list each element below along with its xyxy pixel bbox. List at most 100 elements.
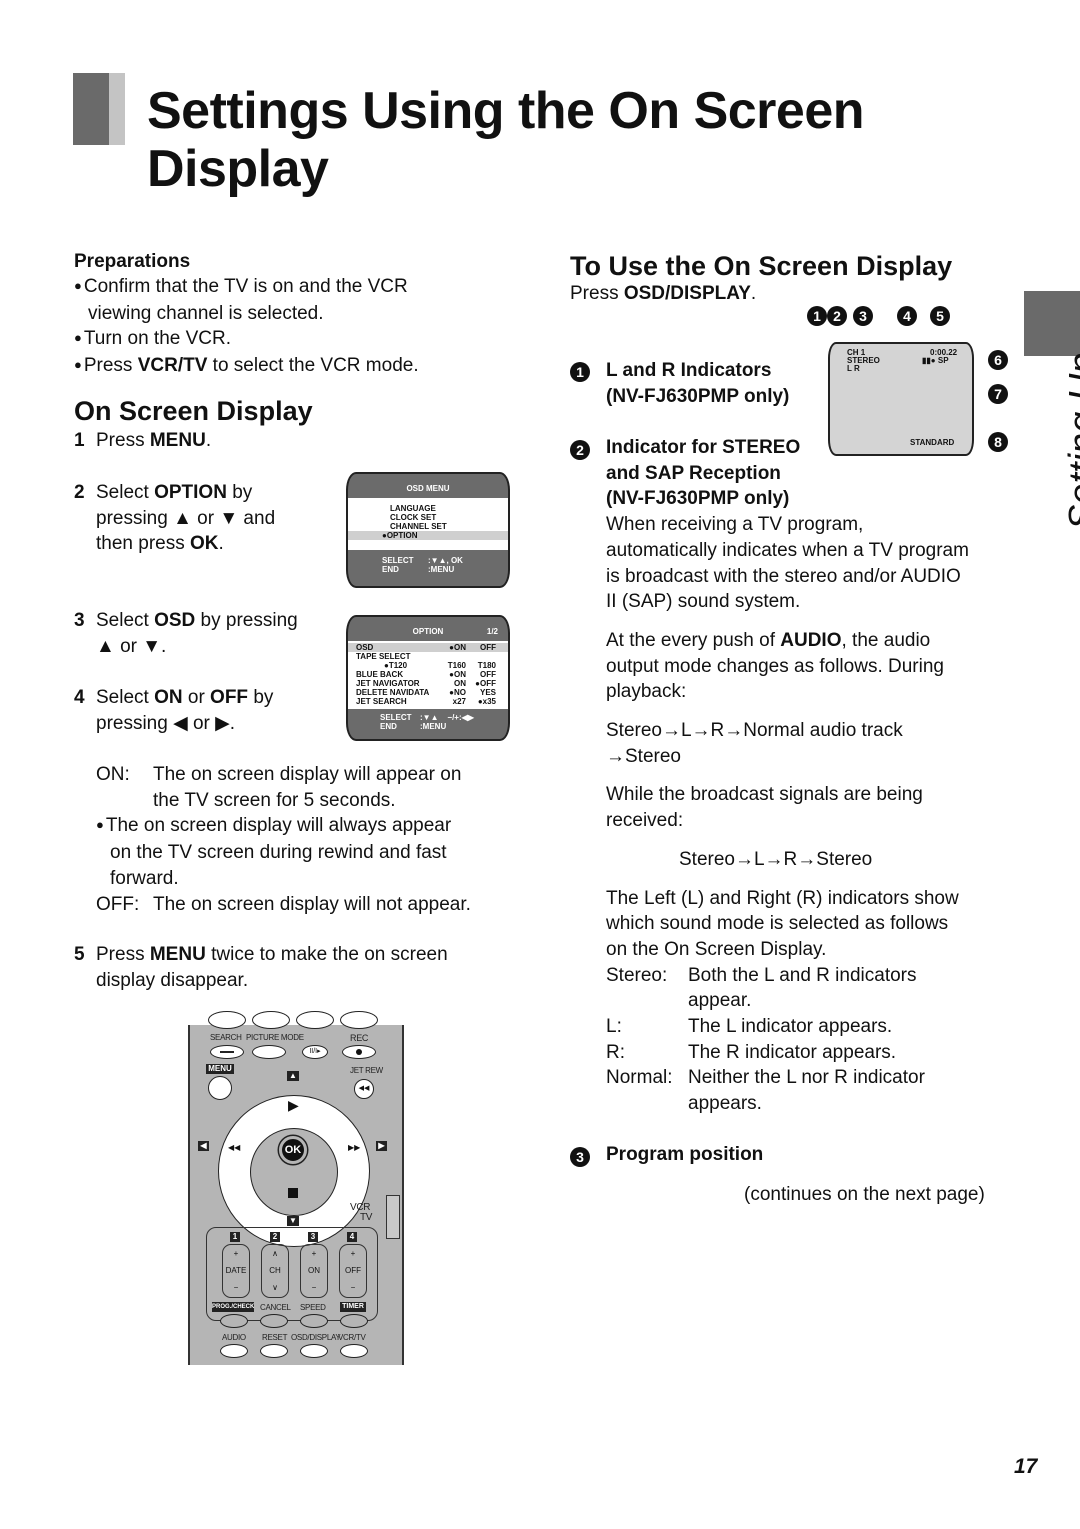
number-key-label: 4: [347, 1232, 357, 1242]
item-title: and SAP Reception: [606, 462, 781, 484]
item-body: which sound mode is selected as follows: [606, 913, 949, 935]
option-value: ●OFF: [475, 679, 496, 688]
press-osd-display: Press OSD/DISPLAY.: [570, 281, 756, 307]
mode-row: L: The L indicator appears.: [606, 1014, 1016, 1040]
option-value: ●ON: [449, 670, 466, 679]
vcr-tv-button: [340, 1344, 368, 1358]
option-header: OPTION 1/2: [348, 617, 508, 641]
prep-item-2: Turn on the VCR.: [74, 326, 524, 353]
step-key: OK: [190, 533, 219, 555]
remote-label-jet-rew: JET REW: [350, 1066, 383, 1075]
step-text: pressing ▲ or ▼ and: [96, 507, 276, 529]
step-text: then press: [96, 533, 190, 555]
page-title: Settings Using the On Screen Display: [147, 82, 865, 198]
item-1-number-icon: 1: [570, 362, 590, 382]
option-name: DELETE NAVIDATA: [356, 688, 430, 697]
bullet-icon: [74, 355, 84, 376]
option-value: ●ON: [449, 643, 466, 652]
item-subtitle: (NV-FJ630PMP only): [606, 385, 790, 407]
left-arrow-icon: ◀: [198, 1141, 209, 1151]
remote-label-audio: AUDIO: [222, 1333, 246, 1342]
rocker-label: DATE: [225, 1266, 247, 1275]
bullet-icon: [96, 815, 106, 836]
item-subtitle: (NV-FJ630PMP only): [606, 488, 790, 510]
continues-note: (continues on the next page): [744, 1184, 985, 1205]
option-name: JET SEARCH: [356, 697, 407, 706]
remote-control-illustration: SEARCH PICTURE MODE REC II/I▸ MENU JET R…: [188, 1011, 404, 1365]
prep-text: viewing channel is selected.: [88, 302, 324, 324]
option-footer: SELECT:▼▲ −/+:◀▶ END:MENU: [348, 709, 508, 731]
rec-button: [342, 1045, 376, 1059]
vcr-tv-switch: [386, 1195, 400, 1239]
screen-tape-status: ▮▮● SP: [922, 356, 949, 365]
on-label: ON:: [96, 764, 130, 785]
option-row: DELETE NAVIDATA ●NO YES: [348, 688, 508, 697]
on-rocker: + ON −: [300, 1244, 328, 1298]
mode-value: appears.: [688, 1093, 762, 1115]
note-text: The on screen display will always appear: [105, 815, 452, 837]
remote-label-osd-display: OSD/DISPLAY: [291, 1333, 341, 1342]
osd-menu-footer: SELECT:▼▲, OK END:MENU: [348, 550, 508, 574]
option-page: 1/2: [486, 627, 498, 636]
osd-heading: On Screen Display: [74, 396, 313, 426]
step-5: 5 Press MENU twice to make the on screen …: [74, 942, 524, 993]
remote-label-reset: RESET: [262, 1333, 288, 1342]
item-key: AUDIO: [780, 629, 842, 651]
option-name: TAPE SELECT: [356, 652, 411, 661]
option-value: T160: [447, 661, 466, 670]
option-name: JET NAVIGATOR: [356, 679, 420, 688]
mode-key: Normal:: [606, 1067, 673, 1089]
option-value: ●x35: [477, 697, 496, 706]
step-number: 5: [74, 944, 85, 965]
step-text: pressing ◀ or ▶.: [96, 712, 236, 734]
footer-key: END: [382, 565, 399, 574]
prep-item-3: Press VCR/TV to select the VCR mode.: [74, 353, 524, 380]
bullet-icon: [74, 276, 84, 297]
step-text: ▲ or ▼.: [96, 635, 167, 657]
mode-value: appear.: [688, 990, 752, 1012]
rocker-label: ON: [308, 1266, 320, 1275]
step-2: 2 Select OPTION by pressing ▲ or ▼ and th…: [74, 480, 344, 557]
prog-check-button: [220, 1314, 248, 1328]
callout-5-icon: 5: [930, 306, 950, 326]
prep-text: Confirm that the TV is on and the VCR: [83, 276, 408, 297]
option-list: OSD ●ON OFF TAPE SELECT ●T120 T160 T180 BLUE…: [348, 641, 508, 709]
option-row: TAPE SELECT: [348, 652, 508, 661]
option-value: ON: [454, 679, 466, 688]
ch-rocker: ∧ CH ∨: [261, 1244, 289, 1298]
section-tab-label: Setting Up: [1010, 353, 1080, 540]
jet-rew-button: ◀◀: [354, 1079, 374, 1099]
audio-button: [220, 1344, 248, 1358]
page-number: 17: [1014, 1455, 1038, 1478]
option-value: YES: [479, 688, 496, 697]
right-arrow-icon: ▶: [376, 1141, 387, 1151]
picture-mode-button: [252, 1045, 286, 1059]
item-title: L and R Indicators: [606, 360, 772, 381]
mode-row: Stereo: Both the L and R indicators: [606, 963, 1016, 989]
step-number: 1: [74, 430, 85, 451]
footer-value: :▼▲ −/+:◀▶: [420, 713, 474, 722]
remote-top-button: [340, 1011, 378, 1029]
osd-menu-item: CLOCK SET: [390, 513, 437, 522]
item-2-number-icon: 2: [570, 440, 590, 460]
instruction-text: Press: [570, 283, 624, 304]
callout-7-icon: 7: [988, 384, 1008, 404]
step-text: .: [205, 430, 212, 451]
ok-button: OK: [279, 1136, 307, 1164]
note-text: on the TV screen during rewind and fast: [110, 842, 447, 864]
play-icon: ▶: [288, 1097, 299, 1113]
section-tab-marker: [1024, 291, 1080, 356]
item-body: II (SAP) sound system.: [606, 591, 801, 613]
item-3-heading: Program position: [606, 1144, 764, 1165]
option-value: T180: [477, 661, 496, 670]
note-text: forward.: [110, 867, 179, 889]
rocker-label: CH: [269, 1266, 281, 1275]
step-text: Select: [96, 482, 155, 503]
osd-menu-screen: OSD MENU LANGUAGE CLOCK SET CHANNEL SET …: [346, 472, 510, 588]
audio-sequence-playback: Stereo→L→R→Normal audio track: [606, 720, 903, 742]
item-body: on the On Screen Display.: [606, 938, 827, 960]
timer-button: [340, 1314, 368, 1328]
number-key-label: 1: [230, 1232, 240, 1242]
remote-label-cancel: CANCEL: [260, 1303, 291, 1312]
option-row: BLUE BACK ●ON OFF: [348, 670, 508, 679]
